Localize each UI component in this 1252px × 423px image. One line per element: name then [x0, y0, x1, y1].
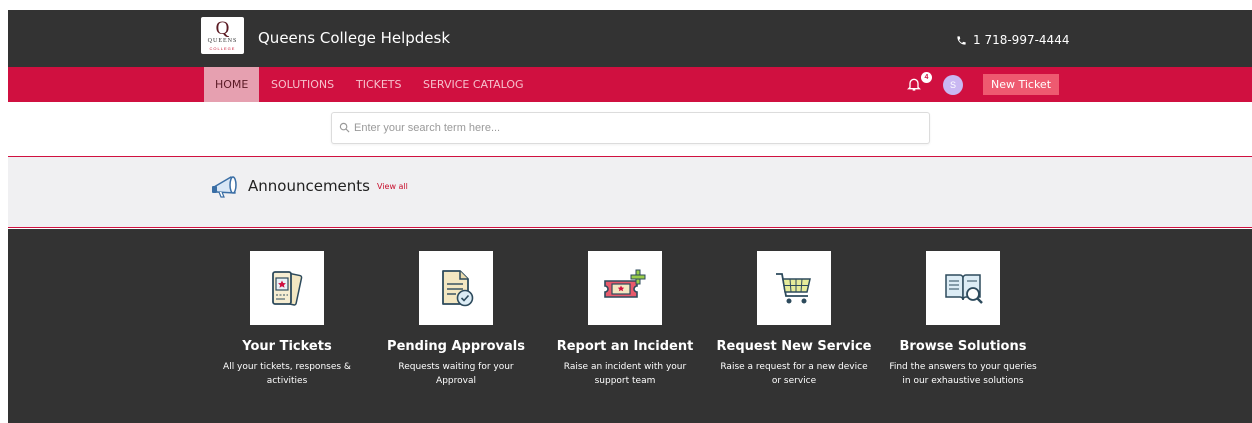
quick-actions: Your Tickets All your tickets, responses…	[8, 229, 1252, 423]
top-header: Q QUEENS COLLEGE Queens College Helpdesk…	[8, 10, 1252, 67]
nav-tickets[interactable]: TICKETS	[356, 67, 402, 102]
logo-wordmark: QUEENS	[207, 38, 238, 44]
book-search-icon	[945, 274, 983, 304]
megaphone-icon	[212, 176, 237, 198]
card-description: Requests waiting for your Approval	[398, 362, 514, 386]
new-ticket-button[interactable]: New Ticket	[983, 74, 1059, 95]
card-description: All your tickets, responses & activities	[223, 362, 351, 386]
nav-home[interactable]: HOME	[204, 67, 260, 102]
phone-number: 1 718-997-4444	[956, 33, 1069, 47]
card-image	[757, 251, 831, 325]
logo-subtext: COLLEGE	[209, 46, 236, 51]
main-nav: HOME SOLUTIONS TICKETS SERVICE CATALOG 4…	[8, 67, 1252, 102]
card-description: Raise an incident with your support team	[563, 362, 687, 386]
card-image	[926, 251, 1000, 325]
card-image	[588, 251, 662, 325]
card-image	[419, 251, 493, 325]
card-title: Report an Incident	[556, 339, 694, 354]
approval-document-icon	[442, 270, 474, 307]
search-icon	[339, 122, 350, 133]
nav-service-catalog[interactable]: SERVICE CATALOG	[423, 67, 524, 102]
card-description: Raise a request for a new device or serv…	[720, 362, 868, 386]
site-title[interactable]: Queens College Helpdesk	[258, 29, 450, 47]
search-box	[331, 112, 930, 144]
nav-solutions[interactable]: SOLUTIONS	[271, 67, 334, 102]
queens-college-logo[interactable]: Q QUEENS COLLEGE	[201, 17, 244, 54]
card-report-incident[interactable]: Report an Incident Raise an incident wit…	[547, 251, 703, 388]
view-all-announcements-link[interactable]: View all	[377, 182, 408, 191]
card-title: Browse Solutions	[899, 339, 1027, 354]
search-input[interactable]	[354, 113, 924, 143]
ticket-icon	[272, 271, 303, 306]
card-your-tickets[interactable]: Your Tickets All your tickets, responses…	[209, 251, 365, 388]
notification-badge: 4	[921, 72, 932, 83]
announcements-title: Announcements	[248, 177, 370, 195]
card-title: Pending Approvals	[387, 339, 525, 354]
report-incident-icon	[604, 269, 646, 298]
card-description: Find the answers to your queries in our …	[889, 362, 1037, 386]
logo-letter: Q	[215, 18, 230, 39]
announcements-section: Announcements View all	[8, 156, 1252, 228]
card-title: Request New Service	[716, 339, 872, 354]
phone-number-text: 1 718-997-4444	[973, 33, 1070, 47]
shopping-cart-icon	[776, 273, 811, 304]
bell-icon[interactable]	[906, 75, 922, 93]
card-image	[250, 251, 324, 325]
card-request-service[interactable]: Request New Service Raise a request for …	[716, 251, 872, 388]
card-title: Your Tickets	[242, 339, 332, 354]
user-avatar[interactable]: S	[943, 75, 963, 95]
card-pending-approvals[interactable]: Pending Approvals Requests waiting for y…	[378, 251, 534, 388]
card-browse-solutions[interactable]: Browse Solutions Find the answers to you…	[885, 251, 1041, 388]
phone-icon	[957, 35, 966, 45]
